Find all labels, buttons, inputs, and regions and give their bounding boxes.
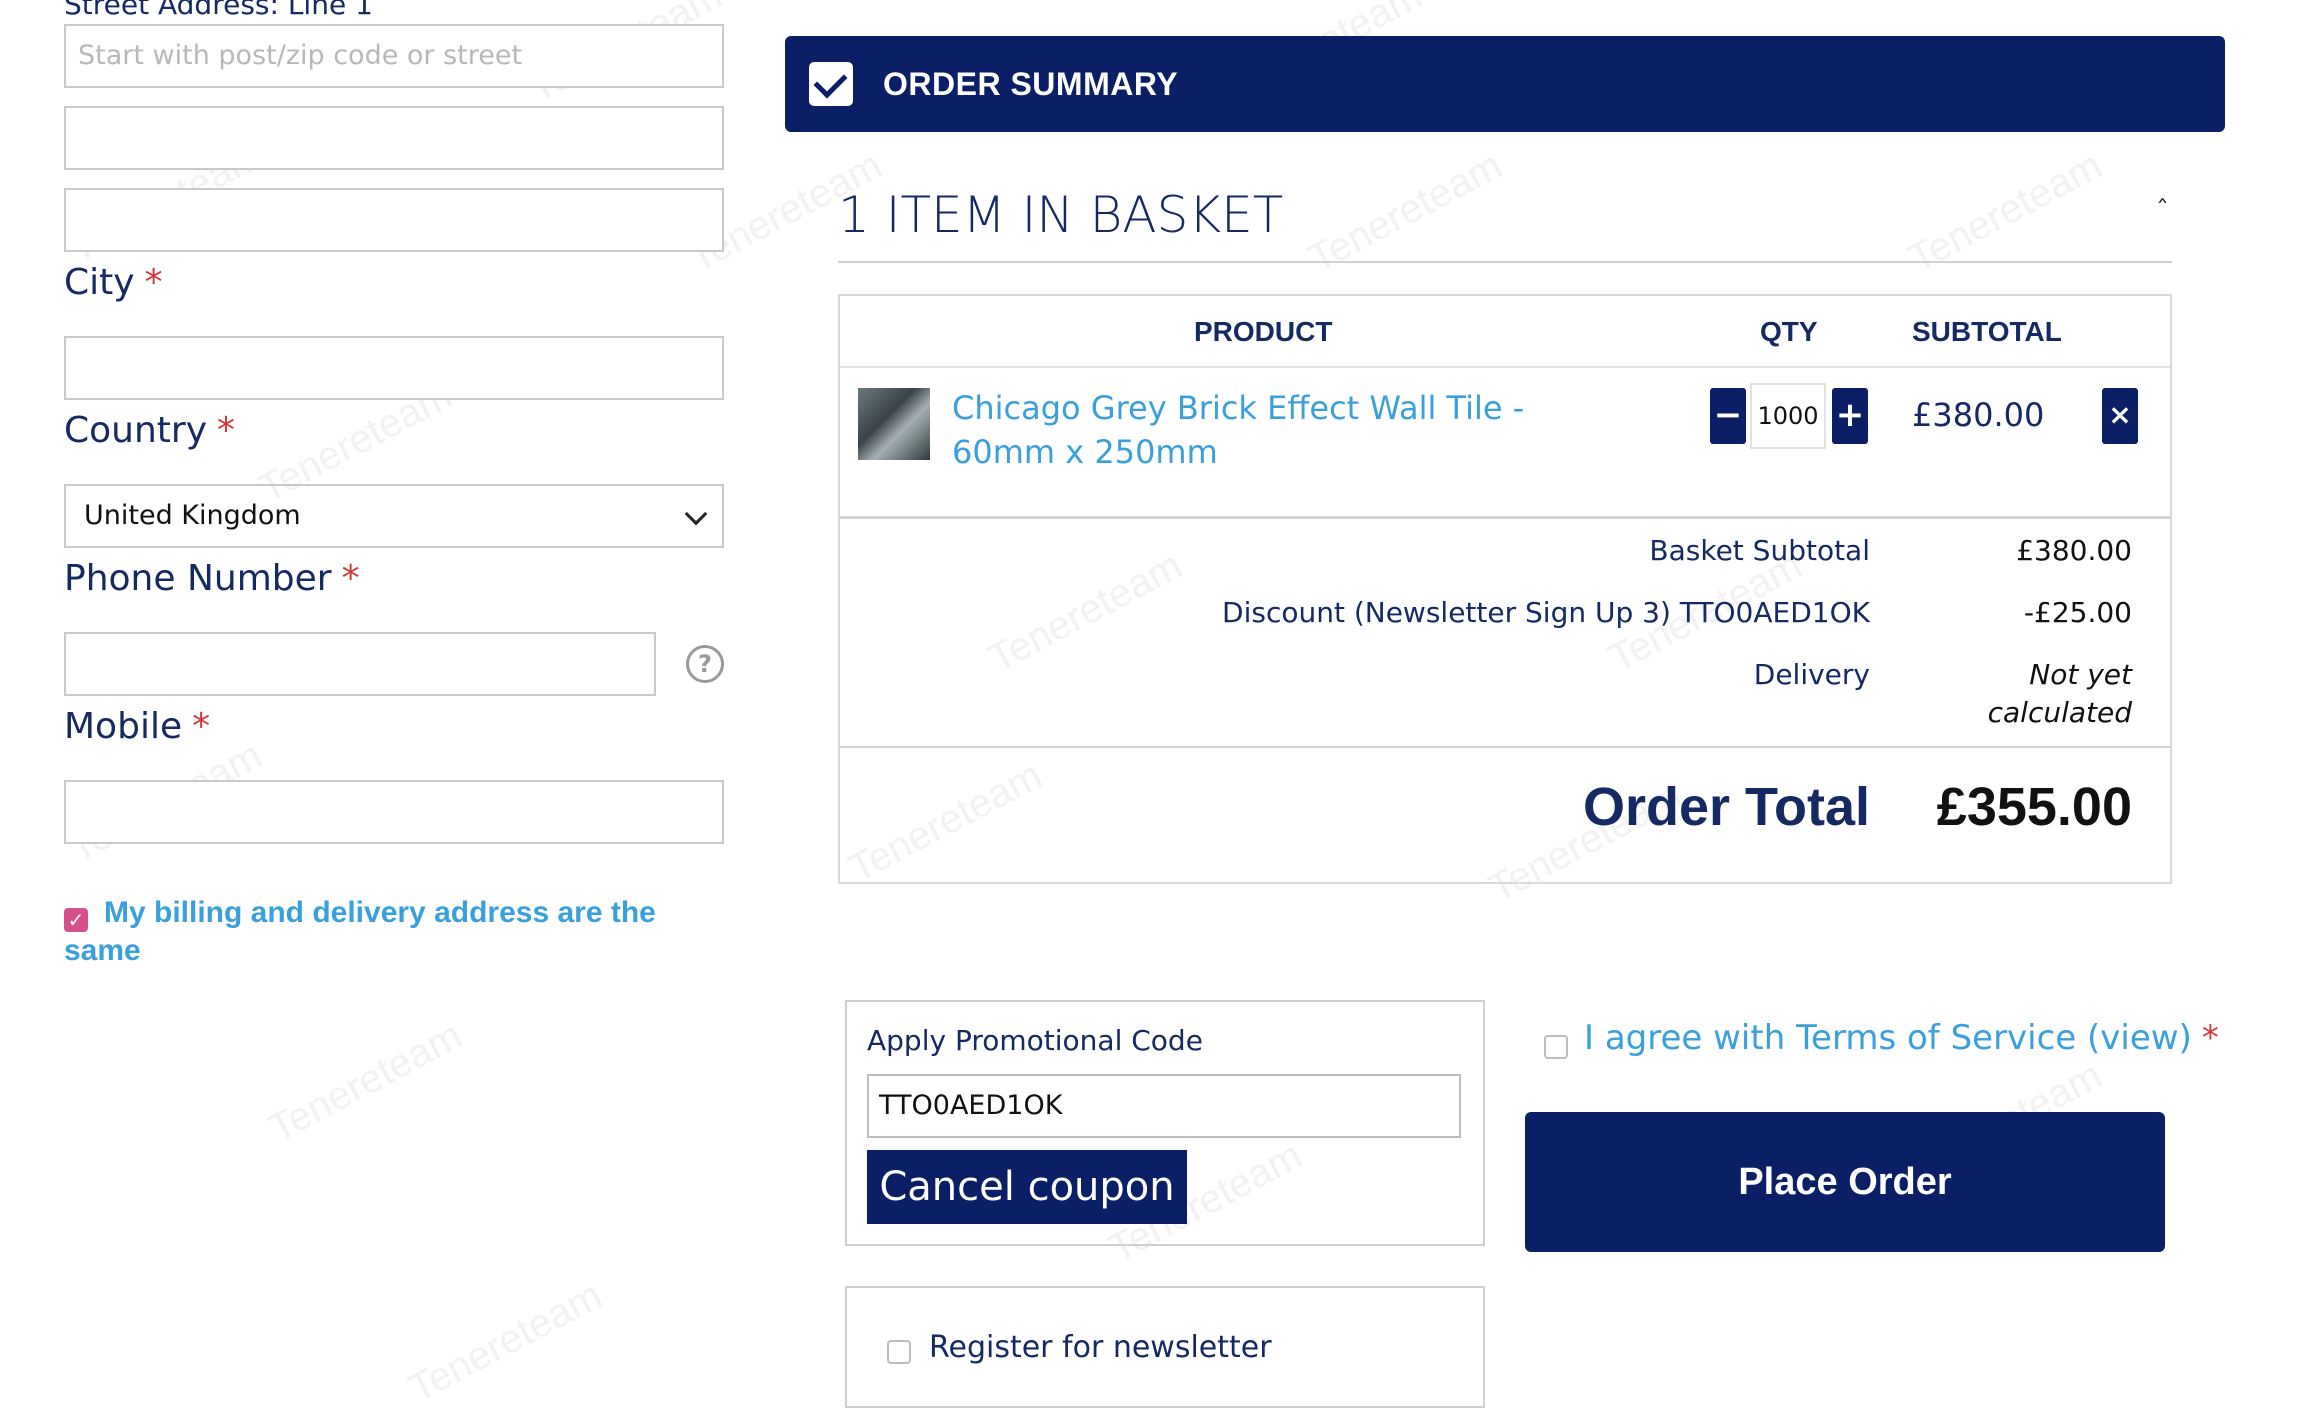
watermark-text: Tenereteam	[401, 1273, 609, 1412]
divider	[838, 261, 2172, 263]
order-total-divider	[840, 746, 2170, 748]
mobile-input[interactable]	[64, 780, 724, 844]
newsletter-checkbox[interactable]	[887, 1340, 911, 1364]
mobile-label: Mobile *	[64, 706, 210, 747]
promo-code-input[interactable]: TTO0AED1OK	[867, 1074, 1461, 1138]
checkmark-icon	[809, 62, 853, 106]
required-mark: *	[144, 262, 163, 303]
country-label-text: Country	[64, 410, 208, 451]
city-label: City *	[64, 262, 163, 303]
phone-label: Phone Number *	[64, 558, 360, 599]
city-input[interactable]	[64, 336, 724, 400]
promo-code-label: Apply Promotional Code	[867, 1024, 1203, 1057]
newsletter-panel: Register for newsletter	[845, 1286, 1485, 1408]
promo-code-panel: Apply Promotional Code TTO0AED1OK Cancel…	[845, 1000, 1485, 1246]
discount-value: -£25.00	[2023, 596, 2132, 629]
required-mark: *	[341, 558, 360, 599]
country-label: Country *	[64, 410, 235, 451]
newsletter-label[interactable]: Register for newsletter	[929, 1330, 1272, 1365]
street-line1-input[interactable]: Start with post/zip code or street	[64, 24, 724, 88]
street-line3-input[interactable]	[64, 188, 724, 252]
totals-divider	[840, 516, 2170, 519]
qty-input[interactable]: 1000	[1750, 383, 1826, 449]
order-total-label: Order Total	[1582, 777, 1870, 837]
street-line1-placeholder: Start with post/zip code or street	[78, 40, 523, 71]
place-order-button[interactable]: Place Order	[1525, 1112, 2165, 1252]
product-thumbnail[interactable]	[858, 388, 930, 460]
required-mark: *	[192, 706, 211, 747]
header-divider	[840, 366, 2170, 368]
street-address-label: Street Address: Line 1	[64, 0, 373, 21]
remove-item-button[interactable]: ×	[2102, 388, 2138, 444]
qty-increase-button[interactable]: +	[1832, 388, 1868, 444]
qty-decrease-button[interactable]: −	[1710, 388, 1746, 444]
watermark-text: Tenereteam	[261, 1013, 469, 1152]
billing-same-label[interactable]: My billing and delivery address are the …	[64, 894, 684, 970]
delivery-label: Delivery	[1753, 658, 1870, 691]
basket-heading: 1 ITEM IN BASKET	[838, 186, 1284, 244]
city-label-text: City	[64, 262, 135, 303]
order-summary-title: ORDER SUMMARY	[883, 66, 1179, 102]
phone-label-text: Phone Number	[64, 558, 332, 599]
discount-label: Discount (Newsletter Sign Up 3) TTO0AED1…	[1222, 596, 1870, 629]
col-subtotal: SUBTOTAL	[1912, 316, 2062, 347]
order-total-value: £355.00	[1936, 777, 2132, 837]
required-mark: *	[2201, 1018, 2219, 1058]
item-subtotal: £380.00	[1912, 396, 2045, 434]
chevron-down-icon	[684, 502, 708, 526]
terms-link[interactable]: I agree with Terms of Service (view)	[1584, 1018, 2192, 1058]
order-summary-header[interactable]: ORDER SUMMARY	[785, 36, 2225, 132]
help-icon[interactable]: ?	[686, 645, 724, 683]
terms-checkbox[interactable]	[1544, 1035, 1568, 1059]
country-select-value: United Kingdom	[84, 500, 301, 531]
product-name-link[interactable]: Chicago Grey Brick Effect Wall Tile - 60…	[952, 386, 1632, 474]
col-product: PRODUCT	[1194, 316, 1333, 347]
col-qty: QTY	[1760, 316, 1818, 347]
basket-subtotal-label: Basket Subtotal	[1649, 534, 1870, 567]
delivery-value: Not yet calculated	[1987, 658, 2132, 729]
collapse-caret-icon[interactable]: ˆ	[2156, 196, 2169, 226]
required-mark: *	[217, 410, 236, 451]
cancel-coupon-button[interactable]: Cancel coupon	[867, 1150, 1187, 1224]
basket-table: PRODUCT QTY SUBTOTAL Chicago Grey Brick …	[838, 294, 2172, 884]
mobile-label-text: Mobile	[64, 706, 183, 747]
basket-subtotal-value: £380.00	[2016, 534, 2132, 567]
country-select[interactable]: United Kingdom	[64, 484, 724, 548]
street-line2-input[interactable]	[64, 106, 724, 170]
phone-input[interactable]	[64, 632, 656, 696]
terms-label[interactable]: I agree with Terms of Service (view) *	[1584, 1018, 2219, 1058]
